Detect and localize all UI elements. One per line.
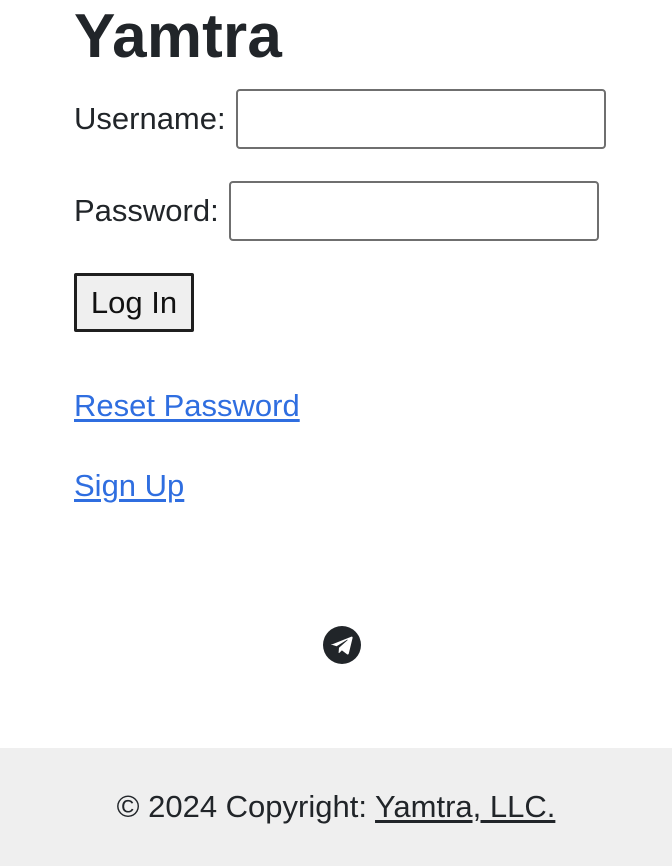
password-row: Password: [74, 181, 599, 241]
sign-up-link[interactable]: Sign Up [74, 468, 184, 504]
username-row: Username: [74, 89, 606, 149]
password-input[interactable] [228, 181, 599, 241]
copyright-prefix: © 2024 Copyright: [116, 789, 367, 824]
username-label: Username: [74, 101, 226, 136]
password-label: Password: [74, 193, 219, 228]
username-input[interactable] [235, 89, 606, 149]
login-page: Yamtra Username: Password: Log In Reset … [0, 0, 672, 866]
footer: © 2024 Copyright: Yamtra, LLC. [0, 748, 672, 866]
reset-password-link[interactable]: Reset Password [74, 388, 300, 424]
copyright-text: © 2024 Copyright: Yamtra, LLC. [117, 789, 556, 825]
login-button[interactable]: Log In [74, 273, 194, 332]
telegram-icon[interactable] [322, 625, 362, 665]
page-title: Yamtra [74, 2, 282, 71]
company-link[interactable]: Yamtra, LLC. [375, 789, 555, 824]
